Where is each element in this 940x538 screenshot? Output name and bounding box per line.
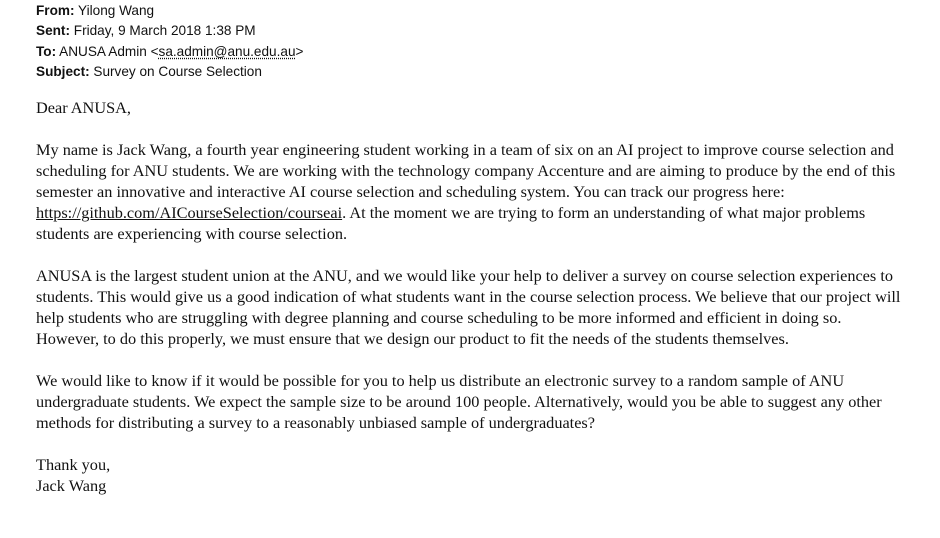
to-row: To: ANUSA Admin <sa.admin@anu.edu.au>: [36, 42, 914, 62]
from-row: From: Yilong Wang: [36, 1, 914, 21]
github-link[interactable]: https://github.com/AICourseSelection/cou…: [36, 203, 342, 222]
paragraph-1: My name is Jack Wang, a fourth year engi…: [36, 139, 906, 244]
email-body: Dear ANUSA, My name is Jack Wang, a four…: [36, 97, 906, 496]
email-document: From: Yilong Wang Sent: Friday, 9 March …: [0, 0, 940, 538]
signoff-block: Thank you, Jack Wang: [36, 454, 906, 496]
sent-row: Sent: Friday, 9 March 2018 1:38 PM: [36, 21, 914, 41]
paragraph-1-text-start: My name is Jack Wang, a fourth year engi…: [36, 139, 896, 201]
email-header: From: Yilong Wang Sent: Friday, 9 March …: [36, 1, 914, 83]
subject-row: Subject: Survey on Course Selection: [36, 62, 914, 82]
paragraph-3: We would like to know if it would be pos…: [36, 370, 882, 432]
subject-label: Subject:: [36, 64, 90, 80]
to-label: To:: [36, 43, 57, 59]
from-value: Yilong Wang: [78, 3, 155, 18]
to-name: ANUSA Admin <: [59, 43, 159, 59]
to-close: >: [295, 43, 304, 59]
to-email-link[interactable]: sa.admin@anu.edu.au: [159, 44, 296, 59]
from-label: From:: [36, 3, 75, 18]
greeting: Dear ANUSA,: [36, 97, 131, 117]
signature: Jack Wang: [36, 475, 107, 495]
paragraph-2: ANUSA is the largest student union at th…: [36, 265, 901, 348]
sent-value: Friday, 9 March 2018 1:38 PM: [73, 23, 256, 39]
subject-value: Survey on Course Selection: [93, 64, 262, 80]
sent-label: Sent:: [36, 23, 70, 39]
signoff: Thank you,: [36, 454, 111, 474]
